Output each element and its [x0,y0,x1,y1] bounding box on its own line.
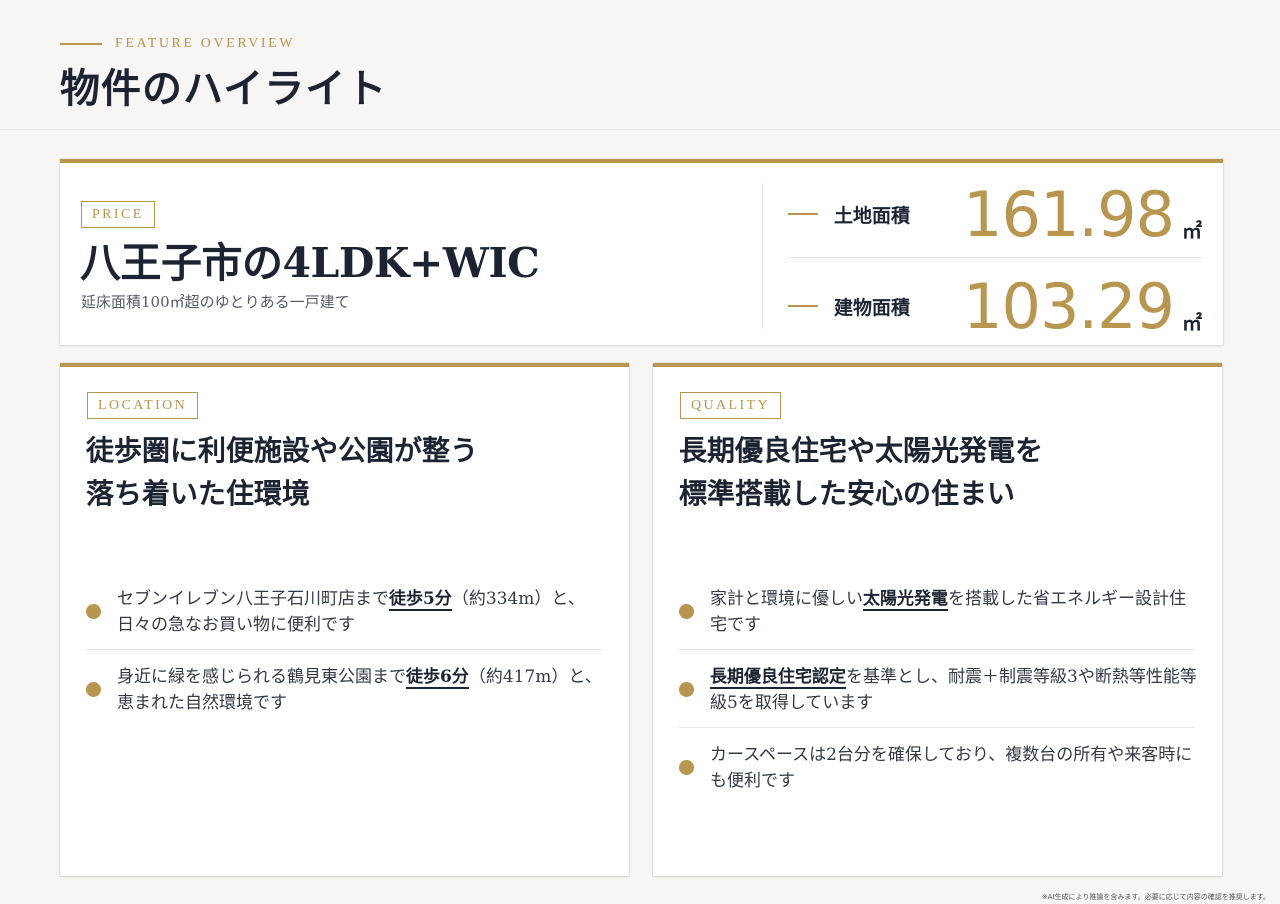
price-title: 八王子市の4LDK+WIC [80,239,540,287]
eyebrow: FEATURE OVERVIEW [60,34,295,54]
bullet-icon [86,682,101,697]
quality-tag: QUALITY [680,392,782,419]
price-subtitle: 延床面積100㎡超のゆとりある一戸建て [81,293,350,311]
list-item-text: セブンイレブン八王子石川町店まで徒歩5分（約334m）と、日々の急なお買い物に便… [117,589,585,635]
bullet-icon [679,604,694,619]
building-area-row: 建物面積 103.29 ㎡ [788,267,1202,345]
eyebrow-rule [60,43,102,45]
eyebrow-text: FEATURE OVERVIEW [115,36,296,51]
location-tag: LOCATION [87,392,199,419]
price-tag: PRICE [81,201,155,228]
quality-list: 家計と環境に優しい太陽光発電を搭載した省エネルギー設計住宅です 長期優良住宅認定… [679,572,1197,806]
list-item: 身近に緑を感じられる鶴見東公園まで徒歩6分（約417m）と、恵まれた自然環境です [86,650,602,728]
page-title: 物件のハイライト [60,65,388,112]
land-area-unit: ㎡ [1182,219,1202,243]
location-heading-line1: 徒歩圏に利便施設や公園が整う [86,434,479,467]
price-card: PRICE 八王子市の4LDK+WIC 延床面積100㎡超のゆとりある一戸建て … [60,159,1223,345]
list-item: 家計と環境に優しい太陽光発電を搭載した省エネルギー設計住宅です [679,572,1195,650]
location-list: セブンイレブン八王子石川町店まで徒歩5分（約334m）と、日々の急なお買い物に便… [86,572,602,728]
bullet-icon [679,682,694,697]
land-area-label: 土地面積 [834,205,911,227]
list-item: カースペースは2台分を確保しており、複数台の所有や来客時にも便利です [679,728,1195,806]
location-heading: 徒歩圏に利便施設や公園が整う 落ち着いた住環境 [86,429,478,516]
location-heading-line2: 落ち着いた住環境 [86,477,311,511]
footnote: ※AI生成により推論を含みます。必要に応じて内容の確認を推奨します。 [1041,893,1270,901]
dash-icon [788,213,818,215]
land-area-value: 161.98 [963,178,1175,251]
bullet-icon [86,604,101,619]
list-item-text: 家計と環境に優しい太陽光発電を搭載した省エネルギー設計住宅です [710,589,1186,635]
list-item: セブンイレブン八王子石川町店まで徒歩5分（約334m）と、日々の急なお買い物に便… [86,572,602,650]
land-area-row: 土地面積 161.98 ㎡ [788,175,1202,253]
building-area-value: 103.29 [963,270,1175,343]
location-card: LOCATION 徒歩圏に利便施設や公園が整う 落ち着いた住環境 セブンイレブン… [60,363,629,876]
quality-heading-line2: 標準搭載した安心の住まい [679,477,1016,511]
list-item-text: カースペースは2台分を確保しており、複数台の所有や来客時にも便利です [710,745,1193,791]
quality-heading-line1: 長期優良住宅や太陽光発電を [679,434,1044,467]
area-separator [788,257,1202,258]
quality-heading: 長期優良住宅や太陽光発電を 標準搭載した安心の住まい [679,429,1043,516]
dash-icon [788,305,818,307]
price-divider [762,183,763,329]
list-item-text: 長期優良住宅認定を基準とし、耐震＋制震等級3や断熱等性能等級5を取得しています [710,667,1197,713]
list-item-text: 身近に緑を感じられる鶴見東公園まで徒歩6分（約417m）と、恵まれた自然環境です [117,667,602,713]
building-area-unit: ㎡ [1182,311,1202,335]
page-header: FEATURE OVERVIEW 物件のハイライト [0,0,1280,130]
list-item: 長期優良住宅認定を基準とし、耐震＋制震等級3や断熱等性能等級5を取得しています [679,650,1197,728]
building-area-label: 建物面積 [834,297,911,319]
bullet-icon [679,760,694,775]
quality-card: QUALITY 長期優良住宅や太陽光発電を 標準搭載した安心の住まい 家計と環境… [653,363,1222,876]
